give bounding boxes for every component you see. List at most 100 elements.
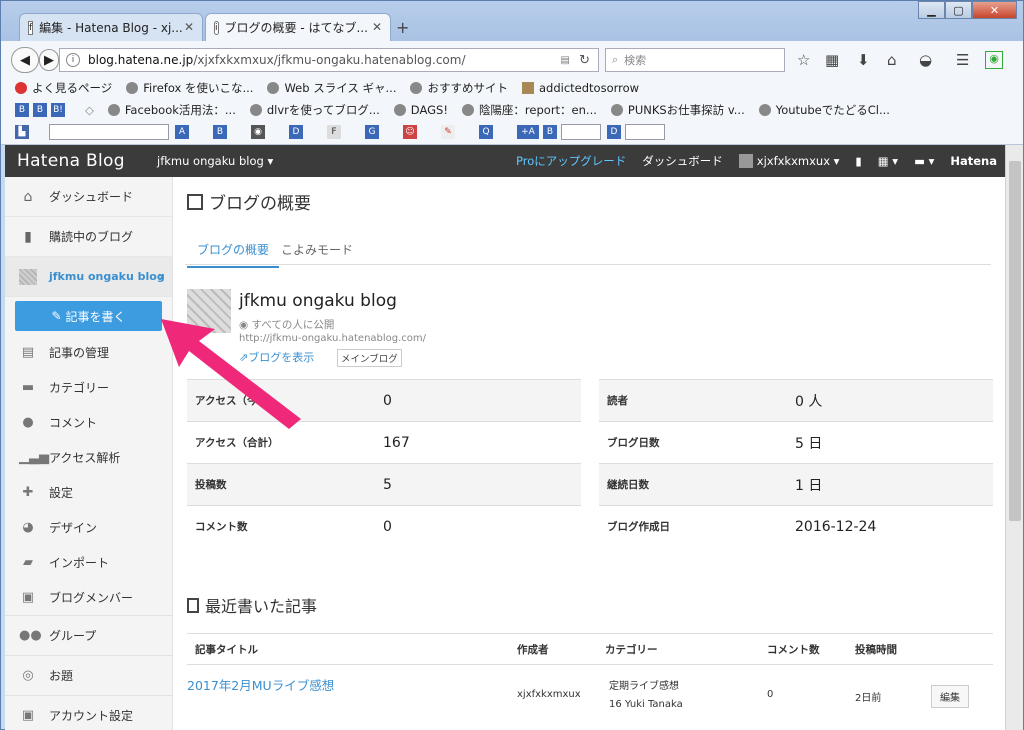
sidebar-item-settings[interactable]: ✚ 設定 <box>5 475 172 510</box>
view-blog-link[interactable]: ⇗ブログを表示 <box>239 349 314 365</box>
minimize-button[interactable]: ▁ <box>918 1 945 19</box>
write-article-button[interactable]: ✎ 記事を書く <box>15 301 162 331</box>
user-name: xjxfxkxmxux ▾ <box>756 153 840 168</box>
pocket-icon[interactable]: ◒ <box>919 51 932 69</box>
stat-value: 1 日 <box>795 477 823 494</box>
bookmark-item[interactable]: dlvrを使ってブログ... <box>249 102 380 118</box>
new-tab-button[interactable]: + <box>396 18 409 37</box>
bookmark-item[interactable]: addictedtosorrow <box>521 81 639 95</box>
page-scrollbar[interactable] <box>1005 145 1023 730</box>
window-controls: ▁ ▢ ✕ <box>918 1 1017 19</box>
toolbar-g-icon[interactable]: G <box>365 125 379 139</box>
article-category[interactable]: 定期ライブ感想 <box>609 677 679 692</box>
bookmark-icon[interactable]: ▮ <box>855 154 861 168</box>
hatena-blog-logo[interactable]: Hatena Blog <box>17 151 125 171</box>
clipboard-icon[interactable]: ▦ <box>825 51 839 69</box>
toolbar-h-icon[interactable]: ☺ <box>403 125 417 139</box>
star-icon[interactable]: ☆ <box>797 51 810 69</box>
toolbar-search-field[interactable] <box>49 124 169 140</box>
home-icon[interactable]: ⌂ <box>887 51 897 69</box>
tab-overview[interactable]: i ブログの概要 - はてなブ... ✕ <box>205 13 391 41</box>
bookmark-item[interactable]: YoutubeでたどるCl... <box>758 102 890 118</box>
maximize-button[interactable]: ▢ <box>945 1 972 19</box>
close-tab-icon[interactable]: ✕ <box>184 20 194 34</box>
toolbar-i-icon[interactable]: ✎ <box>441 125 455 139</box>
toolbar-b-icon[interactable]: B <box>213 125 227 139</box>
user-menu[interactable]: xjxfxkxmxux ▾ <box>738 153 840 169</box>
search-input[interactable]: ⌕ 検索 <box>605 48 785 72</box>
bookmark-item[interactable]: 陰陽座：report：en... <box>461 102 597 118</box>
toolbar-c-icon[interactable]: ◉ <box>251 125 265 139</box>
forward-button[interactable]: ▶ <box>39 49 59 71</box>
sidebar-item-comments[interactable]: ● コメント <box>5 405 172 440</box>
column-header: 投稿時間 <box>855 643 897 656</box>
sidebar-item-import[interactable]: ▰ インポート <box>5 545 172 580</box>
toolbar-logo-icon[interactable]: ▙ <box>15 125 29 139</box>
close-tab-icon[interactable]: ✕ <box>372 20 382 34</box>
sidebar-item-group[interactable]: ●● グループ <box>5 615 172 655</box>
toolbar-e-icon[interactable]: F <box>327 125 341 139</box>
bookmark-item[interactable]: Facebook活用法：... <box>107 102 236 118</box>
hatena-b-icon[interactable]: B <box>33 103 47 117</box>
bookmark-item[interactable]: Firefox を使いこな... <box>126 80 253 96</box>
visibility-status: ◉ すべての人に公開 <box>239 317 334 332</box>
hatena-link[interactable]: Hatena <box>950 154 997 168</box>
sidebar-item-category[interactable]: ▬ カテゴリー <box>5 370 172 405</box>
toolbar-field-3[interactable] <box>625 124 665 140</box>
column-header: コメント数 <box>767 643 820 656</box>
blog-selector[interactable]: jfkmu ongaku blog ▾ <box>157 154 273 168</box>
toolbar-d-icon[interactable]: D <box>289 125 303 139</box>
sidebar-item-articles[interactable]: ▤ 記事の管理 <box>5 335 172 370</box>
sidebar-item-topic[interactable]: ◎ お題 <box>5 655 172 695</box>
toolbar-ta-icon[interactable]: +A <box>517 125 539 139</box>
write-label: 記事を書く <box>65 309 126 324</box>
notification-icon[interactable]: ▬ ▾ <box>914 154 934 168</box>
bookmark-item[interactable]: おすすめサイト <box>410 80 508 96</box>
article-title-link[interactable]: 2017年2月MUライブ感想 <box>187 675 334 694</box>
stat-row: アクセス（今日） 0 <box>187 379 581 421</box>
toolbar-d2-icon[interactable]: D <box>607 125 621 139</box>
stat-label: ブログ作成日 <box>607 521 670 533</box>
globe-icon <box>393 104 406 116</box>
back-button[interactable]: ◀ <box>11 47 39 73</box>
toolbar-q-icon[interactable]: Q <box>479 125 493 139</box>
toolbar-a-icon[interactable]: A <box>175 125 189 139</box>
edit-button[interactable]: 編集 <box>931 685 969 708</box>
overview-tabs: ブログの概要 こよみモード <box>185 233 991 268</box>
pro-upgrade-link[interactable]: Proにアップグレード <box>516 153 626 169</box>
sidebar-item-blog[interactable]: jfkmu ongaku blog › <box>5 257 172 297</box>
bookmark-item[interactable]: PUNKSお仕事探訪 v... <box>610 102 745 118</box>
sidebar-item-account[interactable]: ▣ アカウント設定 <box>5 695 172 730</box>
hatena-b-icon[interactable]: B! <box>51 103 65 117</box>
close-window-button[interactable]: ✕ <box>972 1 1017 19</box>
stat-label: コメント数 <box>195 521 248 533</box>
tab-overview[interactable]: ブログの概要 <box>187 241 280 268</box>
download-icon[interactable]: ⬇ <box>857 51 870 69</box>
bookmark-item[interactable]: Web スライス ギャ... <box>267 80 396 96</box>
comment-icon: ● <box>22 415 34 430</box>
bookmark-item[interactable]: DAGS! <box>393 103 448 117</box>
reader-icon[interactable]: ▤ <box>561 55 570 66</box>
addon-icon[interactable]: ◉ <box>985 51 1003 69</box>
toolbar-b2-icon[interactable]: B <box>543 125 557 139</box>
toolbar-field-2[interactable] <box>561 124 601 140</box>
tab-koyomi[interactable]: こよみモード <box>281 241 353 258</box>
url-bar[interactable]: i blog.hatena.ne.jp /xjxfxkxmxux/jfkmu-o… <box>59 48 599 72</box>
sidebar-item-dashboard[interactable]: ⌂ ダッシュボード <box>5 177 172 217</box>
menu-icon[interactable]: ☰ <box>956 51 969 69</box>
hatena-b-icon[interactable]: B <box>15 103 29 117</box>
sidebar-item-subscribed[interactable]: ▮ 購読中のブログ <box>5 217 172 257</box>
info-icon[interactable]: i <box>66 53 80 67</box>
dashboard-link[interactable]: ダッシュボード <box>642 153 723 169</box>
globe-icon <box>758 104 771 116</box>
scrollbar-thumb[interactable] <box>1009 161 1021 521</box>
tag-icon[interactable]: ◇ <box>85 103 94 117</box>
sidebar-item-design[interactable]: ◕ デザイン <box>5 510 172 545</box>
sidebar-item-analytics[interactable]: ▁▃▅ アクセス解析 <box>5 440 172 475</box>
tab-edit[interactable]: f 編集 - Hatena Blog - xj... ✕ <box>19 13 203 41</box>
article-category[interactable]: 16 Yuki Tanaka <box>609 699 683 710</box>
reload-icon[interactable]: ↻ <box>579 53 590 68</box>
grid-menu-icon[interactable]: ▦ ▾ <box>878 154 898 168</box>
sidebar-item-members[interactable]: ▣ ブログメンバー <box>5 580 172 615</box>
bookmark-item[interactable]: よく見るページ <box>15 80 112 96</box>
